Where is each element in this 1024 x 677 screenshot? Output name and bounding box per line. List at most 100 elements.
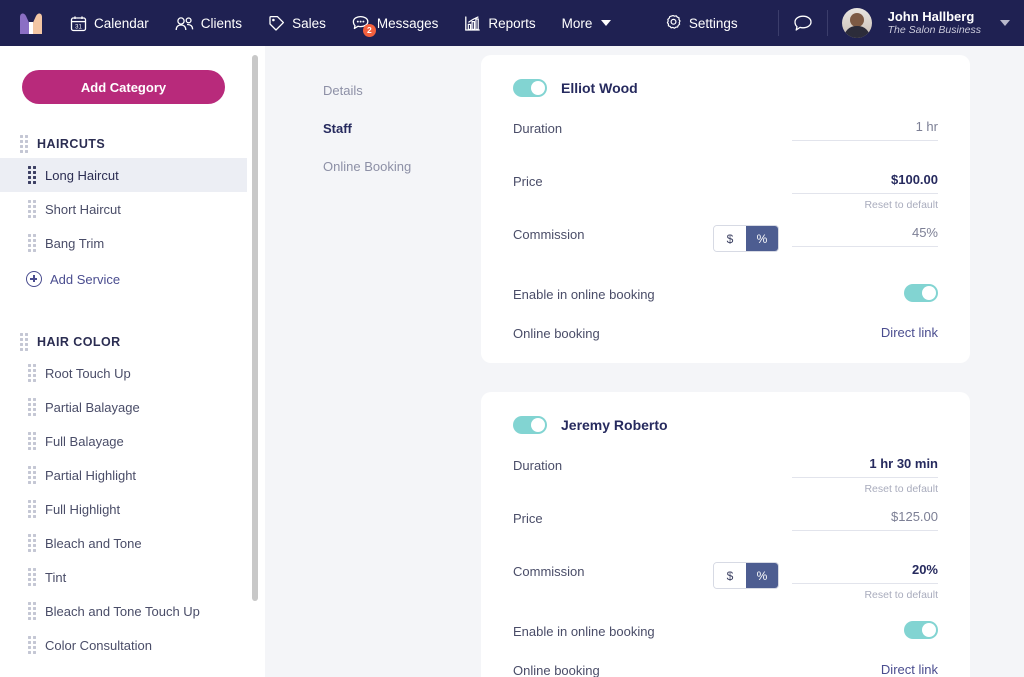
online-booking-label: Online booking: [513, 663, 600, 677]
scrollbar-thumb[interactable]: [252, 55, 258, 601]
nav-item-settings[interactable]: Settings: [664, 14, 738, 32]
service-label: Bleach and Tone: [45, 535, 142, 551]
commission-unit-selector[interactable]: $ %: [713, 562, 779, 589]
online-booking-row: Online booking Direct link: [513, 302, 938, 341]
sidebar-item-full-highlight[interactable]: Full Highlight: [0, 492, 247, 526]
add-category-button[interactable]: Add Category: [22, 70, 225, 104]
nav-item-messages[interactable]: 2 Messages: [352, 15, 438, 37]
reports-chart-icon: [465, 15, 481, 31]
commission-unit-percent[interactable]: %: [746, 563, 778, 588]
sidebar-item-partial-balayage[interactable]: Partial Balayage: [0, 390, 247, 424]
category-header-haircuts[interactable]: HAIRCUTS: [0, 130, 247, 158]
direct-link[interactable]: Direct link: [881, 662, 938, 677]
add-service-button[interactable]: Add Service: [0, 262, 247, 296]
sidebar-item-bang-trim[interactable]: Bang Trim: [0, 226, 247, 260]
duration-value[interactable]: 1 hr 30 min: [792, 456, 938, 478]
sidebar-item-full-balayage[interactable]: Full Balayage: [0, 424, 247, 458]
clients-icon: [175, 16, 194, 30]
nav-item-sales[interactable]: Sales: [268, 15, 326, 32]
sidebar-item-tint[interactable]: Tint: [0, 560, 247, 594]
online-booking-label: Online booking: [513, 326, 600, 341]
chat-bubble-icon: [793, 15, 812, 31]
svg-text:31: 31: [75, 24, 82, 30]
staff-card: Elliot Wood Duration 1 hr Reset to defau…: [481, 55, 970, 363]
tab-staff[interactable]: Staff: [323, 121, 481, 136]
drag-handle-icon[interactable]: [28, 234, 36, 252]
mangomint-logo-icon[interactable]: [18, 10, 44, 36]
sales-tag-icon: [269, 15, 285, 31]
staff-card: Jeremy Roberto Duration 1 hr 30 min Rese…: [481, 392, 970, 677]
nav-item-calendar[interactable]: 31 Calendar: [70, 15, 149, 32]
commission-reset-link[interactable]: Reset to default: [792, 589, 938, 601]
service-label: Short Haircut: [45, 201, 121, 217]
service-label: Partial Highlight: [45, 467, 137, 483]
drag-handle-icon[interactable]: [20, 135, 28, 153]
duration-label: Duration: [513, 121, 563, 136]
nav-item-clients[interactable]: Clients: [175, 15, 242, 32]
price-reset-link[interactable]: Reset to default: [792, 199, 938, 211]
duration-row: Duration 1 hr 30 min Reset to default: [513, 442, 938, 495]
plus-circle-icon: [26, 271, 42, 287]
price-label: Price: [513, 174, 543, 189]
chevron-down-icon: [1000, 20, 1010, 26]
commission-value[interactable]: 20%: [792, 562, 938, 584]
drag-handle-icon[interactable]: [28, 466, 36, 484]
service-label: Partial Balayage: [45, 399, 140, 415]
commission-unit-percent[interactable]: %: [746, 226, 778, 251]
services-sidebar: Add Category HAIRCUTS Long Haircut Short…: [0, 46, 247, 677]
drag-handle-icon[interactable]: [28, 398, 36, 416]
nav-divider: [777, 10, 779, 36]
drag-handle-icon[interactable]: [28, 166, 36, 184]
commission-unit-dollar[interactable]: $: [714, 563, 746, 588]
staff-enabled-toggle[interactable]: [513, 79, 547, 97]
user-name: John Hallberg: [887, 8, 975, 24]
price-value[interactable]: $125.00: [792, 509, 938, 531]
nav-label-more: More: [561, 15, 593, 31]
commission-row: Commission $ % 45% Reset to default: [513, 211, 938, 264]
category-header-hair-color[interactable]: HAIR COLOR: [0, 328, 247, 356]
nav-item-reports[interactable]: Reports: [464, 15, 536, 32]
drag-handle-icon[interactable]: [28, 432, 36, 450]
duration-label: Duration: [513, 458, 563, 473]
sidebar-item-short-haircut[interactable]: Short Haircut: [0, 192, 247, 226]
messages-unread-badge: 2: [362, 23, 376, 37]
sidebar-item-bleach-and-tone-touch-up[interactable]: Bleach and Tone Touch Up: [0, 594, 247, 628]
sidebar-item-long-haircut[interactable]: Long Haircut: [0, 158, 247, 192]
drag-handle-icon[interactable]: [28, 500, 36, 518]
price-label: Price: [513, 511, 543, 526]
online-booking-toggle[interactable]: [904, 284, 938, 302]
drag-handle-icon[interactable]: [28, 200, 36, 218]
sidebar-scrollbar[interactable]: [247, 46, 265, 677]
staff-enabled-toggle[interactable]: [513, 416, 547, 434]
drag-handle-icon[interactable]: [28, 636, 36, 654]
direct-link[interactable]: Direct link: [881, 325, 938, 340]
top-navigation-bar: 31 Calendar Clients Sales 2 Messages Rep…: [0, 0, 1024, 46]
commission-unit-dollar[interactable]: $: [714, 226, 746, 251]
top-nav-right-group: Settings John Hallberg The Salon Busines…: [664, 0, 1024, 46]
app-shell: Add Category HAIRCUTS Long Haircut Short…: [0, 46, 1024, 677]
chat-button[interactable]: [793, 14, 813, 33]
duration-reset-link[interactable]: Reset to default: [792, 483, 938, 495]
sidebar-item-root-touch-up[interactable]: Root Touch Up: [0, 356, 247, 390]
drag-handle-icon[interactable]: [28, 568, 36, 586]
user-menu[interactable]: John Hallberg The Salon Business: [841, 8, 1024, 38]
sidebar-item-partial-highlight[interactable]: Partial Highlight: [0, 458, 247, 492]
commission-value[interactable]: 45%: [792, 225, 938, 247]
drag-handle-icon[interactable]: [28, 364, 36, 382]
tab-details[interactable]: Details: [323, 83, 481, 98]
sidebar-item-color-consultation[interactable]: Color Consultation: [0, 628, 247, 662]
staff-card-header: Elliot Wood: [513, 79, 938, 97]
online-booking-toggle[interactable]: [904, 621, 938, 639]
drag-handle-icon[interactable]: [20, 333, 28, 351]
nav-item-more[interactable]: More: [562, 16, 612, 31]
drag-handle-icon[interactable]: [28, 602, 36, 620]
online-booking-row: Online booking Direct link: [513, 639, 938, 677]
commission-unit-selector[interactable]: $ %: [713, 225, 779, 252]
tab-online-booking[interactable]: Online Booking: [323, 159, 481, 174]
duration-value[interactable]: 1 hr: [792, 119, 938, 141]
enable-online-booking-row: Enable in online booking: [513, 264, 938, 302]
drag-handle-icon[interactable]: [28, 534, 36, 552]
category-name: HAIRCUTS: [37, 137, 106, 151]
sidebar-item-bleach-and-tone[interactable]: Bleach and Tone: [0, 526, 247, 560]
price-value[interactable]: $100.00: [792, 172, 938, 194]
